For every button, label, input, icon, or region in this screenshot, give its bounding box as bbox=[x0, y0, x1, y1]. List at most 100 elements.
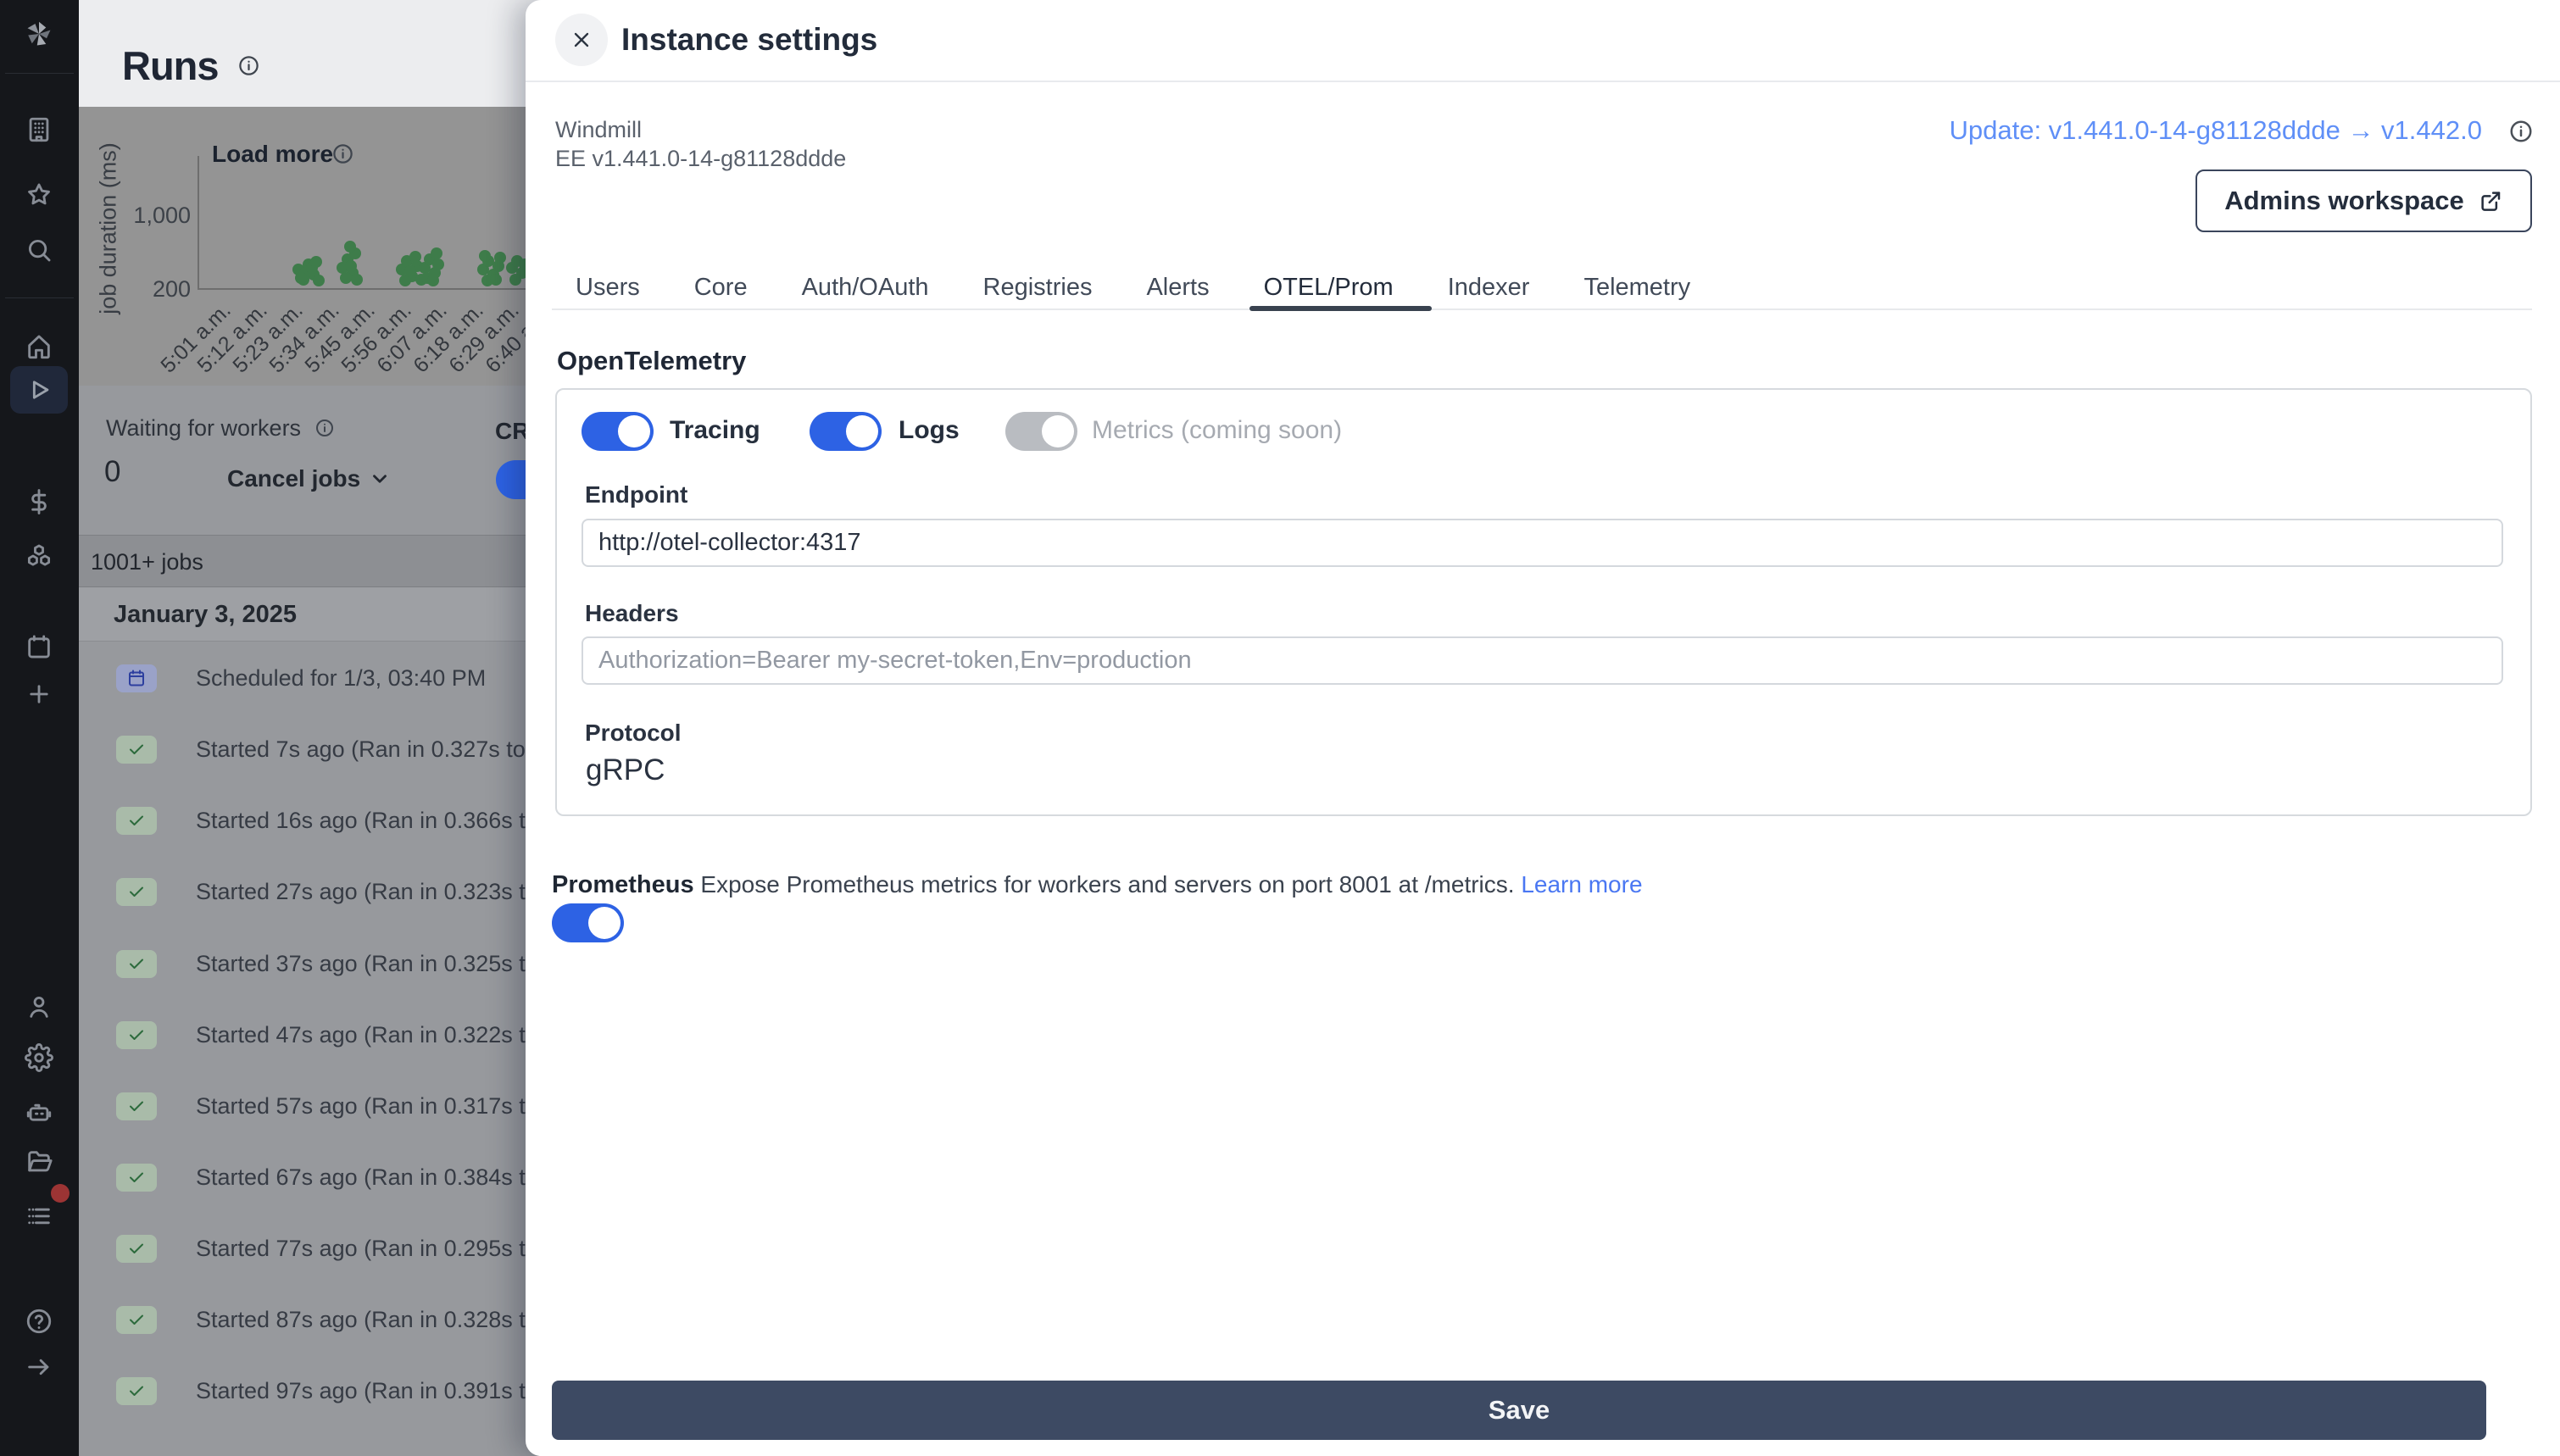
user-icon[interactable] bbox=[24, 992, 54, 1022]
run-row[interactable]: Started 47s ago (Ran in 0.322s total) bbox=[116, 1020, 570, 1049]
endpoint-input[interactable] bbox=[582, 519, 2503, 567]
check-icon bbox=[116, 735, 157, 764]
sidebar-divider bbox=[5, 297, 74, 298]
prometheus-toggle[interactable] bbox=[552, 903, 624, 942]
tabbar-border bbox=[552, 308, 2532, 310]
logs-toggle[interactable] bbox=[810, 412, 882, 451]
arrow-right-icon[interactable] bbox=[24, 1352, 54, 1382]
instance-settings-drawer: Instance settings Windmill EE v1.441.0-1… bbox=[526, 0, 2560, 1456]
metrics-toggle[interactable] bbox=[1005, 412, 1077, 451]
app-root: Runs Load more job duration (ms) 1,000 2… bbox=[0, 0, 2560, 1456]
x-axis-line bbox=[198, 288, 528, 290]
chevron-down-icon bbox=[369, 468, 391, 490]
opentelemetry-panel bbox=[555, 388, 2532, 816]
home-icon[interactable] bbox=[24, 331, 54, 362]
check-icon bbox=[116, 1020, 157, 1049]
cancel-jobs-button[interactable]: Cancel jobs bbox=[227, 465, 391, 492]
tracing-toggle[interactable] bbox=[582, 412, 654, 451]
run-row[interactable]: Started 37s ago (Ran in 0.325s total) bbox=[116, 949, 570, 978]
active-tab-underline bbox=[1249, 306, 1432, 311]
building-icon[interactable] bbox=[24, 114, 54, 145]
tracing-label: Tracing bbox=[670, 416, 760, 444]
tab-core[interactable]: Core bbox=[671, 268, 771, 308]
dollar-icon[interactable] bbox=[24, 486, 54, 517]
jobs-count: 1001+ jobs bbox=[91, 549, 203, 575]
windmill-logo-icon[interactable] bbox=[24, 19, 54, 49]
drawer-title: Instance settings bbox=[621, 22, 878, 57]
opentelemetry-heading: OpenTelemetry bbox=[557, 346, 747, 375]
metrics-label: Metrics (coming soon) bbox=[1092, 416, 1343, 444]
calendar-icon[interactable] bbox=[24, 631, 54, 662]
product-name: Windmill bbox=[555, 117, 643, 142]
close-button[interactable] bbox=[555, 14, 608, 66]
check-icon bbox=[116, 1163, 157, 1192]
endpoint-label: Endpoint bbox=[585, 481, 688, 508]
notification-badge bbox=[51, 1184, 70, 1203]
update-version-link[interactable]: Update: v1.441.0-14-g81128ddde → v1.442.… bbox=[1949, 115, 2482, 146]
check-icon bbox=[116, 1234, 157, 1263]
check-icon bbox=[116, 806, 157, 835]
check-icon bbox=[116, 1092, 157, 1120]
y-axis-line bbox=[198, 156, 199, 288]
bot-icon[interactable] bbox=[24, 1097, 54, 1127]
list-icon[interactable] bbox=[24, 1201, 54, 1231]
folder-open-icon[interactable] bbox=[24, 1147, 54, 1177]
run-row[interactable]: Started 7s ago (Ran in 0.327s total) bbox=[116, 735, 557, 764]
settings-tabbar: Users Core Auth/OAuth Registries Alerts … bbox=[552, 268, 1714, 308]
tab-otel-prom[interactable]: OTEL/Prom bbox=[1240, 268, 1417, 308]
chart-load-more-label[interactable]: Load more bbox=[212, 141, 333, 168]
version-string: EE v1.441.0-14-g81128ddde bbox=[555, 146, 847, 171]
load-more-info-icon[interactable] bbox=[331, 142, 354, 165]
waiting-for-workers-label: Waiting for workers bbox=[106, 415, 335, 442]
save-button[interactable]: Save bbox=[552, 1381, 2486, 1440]
protocol-label: Protocol bbox=[585, 720, 682, 746]
logs-label: Logs bbox=[899, 416, 960, 444]
y-tick-200: 200 bbox=[152, 276, 191, 302]
prometheus-title: Prometheus bbox=[552, 871, 694, 898]
play-icon[interactable] bbox=[24, 375, 54, 405]
tab-registries[interactable]: Registries bbox=[960, 268, 1116, 308]
learn-more-link[interactable]: Learn more bbox=[1521, 871, 1642, 897]
waiting-info-icon[interactable] bbox=[314, 418, 335, 438]
run-row[interactable]: Started 97s ago (Ran in 0.391s total) bbox=[116, 1376, 570, 1405]
tab-auth-oauth[interactable]: Auth/OAuth bbox=[778, 268, 953, 308]
waiting-count: 0 bbox=[104, 455, 121, 488]
sidebar bbox=[0, 0, 79, 1456]
search-icon[interactable] bbox=[24, 235, 54, 265]
run-row[interactable]: Started 27s ago (Ran in 0.323s total) bbox=[116, 877, 570, 906]
help-icon[interactable] bbox=[24, 1306, 54, 1337]
admins-workspace-button[interactable]: Admins workspace bbox=[2195, 169, 2532, 232]
boxes-icon[interactable] bbox=[24, 541, 54, 571]
check-icon bbox=[116, 1305, 157, 1334]
headers-input[interactable] bbox=[582, 636, 2503, 685]
run-row[interactable]: Started 87s ago (Ran in 0.328s total) bbox=[116, 1305, 570, 1334]
tab-indexer[interactable]: Indexer bbox=[1424, 268, 1554, 308]
check-icon bbox=[116, 949, 157, 978]
prometheus-description: Prometheus Expose Prometheus metrics for… bbox=[552, 871, 1643, 898]
page-title: Runs bbox=[122, 43, 219, 88]
sidebar-divider bbox=[5, 73, 74, 74]
run-row[interactable]: Started 77s ago (Ran in 0.295s total) bbox=[116, 1234, 570, 1263]
run-row[interactable]: Started 57s ago (Ran in 0.317s total) bbox=[116, 1092, 570, 1120]
tab-users[interactable]: Users bbox=[552, 268, 664, 308]
check-icon bbox=[116, 1376, 157, 1405]
check-icon bbox=[116, 877, 157, 906]
protocol-value: gRPC bbox=[586, 753, 665, 786]
calendar-icon bbox=[116, 664, 157, 692]
headers-label: Headers bbox=[585, 600, 679, 626]
tab-telemetry[interactable]: Telemetry bbox=[1560, 268, 1714, 308]
runs-info-icon[interactable] bbox=[237, 54, 260, 77]
run-row[interactable]: Started 16s ago (Ran in 0.366s total) bbox=[116, 806, 570, 835]
clipped-filter-label: CR bbox=[495, 418, 530, 444]
plus-icon[interactable] bbox=[24, 679, 54, 709]
gear-icon[interactable] bbox=[24, 1042, 54, 1073]
run-row[interactable]: Started 67s ago (Ran in 0.384s total) bbox=[116, 1163, 570, 1192]
date-header: January 3, 2025 bbox=[114, 601, 298, 628]
y-tick-1000: 1,000 bbox=[133, 203, 191, 228]
star-icon[interactable] bbox=[24, 180, 54, 210]
run-row-scheduled[interactable]: Scheduled for 1/3, 03:40 PM bbox=[116, 664, 486, 692]
update-info-icon[interactable] bbox=[2508, 119, 2534, 144]
header-divider bbox=[526, 81, 2560, 82]
external-link-icon bbox=[2481, 192, 2501, 211]
tab-alerts[interactable]: Alerts bbox=[1122, 268, 1233, 308]
